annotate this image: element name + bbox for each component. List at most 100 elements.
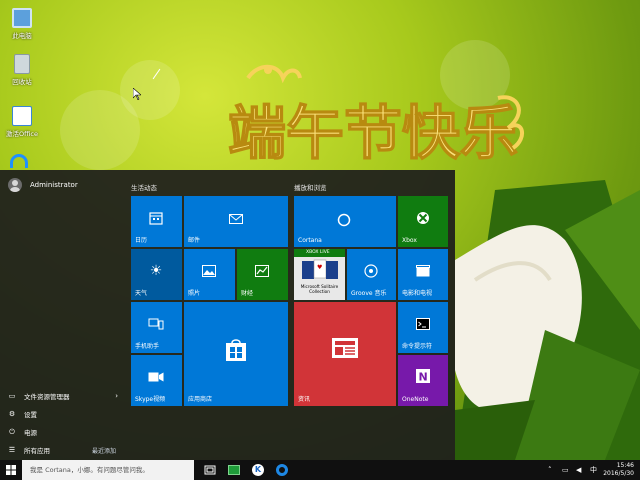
tile-label: 天气 <box>135 290 148 297</box>
start-menu: Administrator ▭ 文件资源管理器 › ⚙ 设置 ⏻ 电源 ☰ 所有… <box>0 170 455 460</box>
tile-label: OneNote <box>402 396 429 403</box>
menu-item-power[interactable]: ⏻ 电源 <box>8 427 118 438</box>
sun-icon: ☀ <box>149 263 163 279</box>
terminal-icon <box>415 316 431 332</box>
cortana-search-input[interactable]: 我是 Cortana，小娜。有问题尽管问我。 <box>22 460 194 480</box>
desktop-icon-recycle-bin[interactable]: 回收站 <box>4 54 40 86</box>
clock-date: 2016/5/30 <box>603 470 634 477</box>
dragon-boat-greeting-art: 端午节快乐 <box>228 64 524 168</box>
clapperboard-icon <box>415 263 431 279</box>
svg-text:♥: ♥ <box>317 264 322 271</box>
desktop-icon-activate-office[interactable]: 激活Office <box>4 106 40 138</box>
tile-label: Groove 音乐 <box>351 290 387 297</box>
greeting-text: 端午节快乐 <box>228 99 518 167</box>
store-bag-icon <box>222 336 250 364</box>
desktop-icon-this-pc[interactable]: 此电脑 <box>4 8 40 40</box>
tile-solitaire[interactable]: XBOX LIVE ♥ Microsoft Solitaire Collecti… <box>294 249 345 300</box>
tile-store[interactable]: 应用商店 <box>184 302 288 406</box>
xbox-live-badge: XBOX LIVE <box>294 249 345 257</box>
all-apps-icon: ☰ <box>8 446 16 454</box>
cortana-desktop-icon[interactable] <box>10 154 28 168</box>
menu-item-all-apps[interactable]: ☰ 所有应用 <box>8 445 88 455</box>
newspaper-icon <box>330 336 360 360</box>
tile-calendar[interactable]: 日历 <box>131 196 182 247</box>
tile-label: Microsoft Solitaire Collection <box>300 284 339 294</box>
tile-phone-companion[interactable]: 手机助手 <box>131 302 182 353</box>
tile-label: 应用商店 <box>188 396 213 403</box>
network-icon[interactable]: ▭ <box>562 466 570 474</box>
recently-added-label: 最近添加 <box>92 448 117 455</box>
desktop-icon-label: 回收站 <box>12 78 32 86</box>
tile-label: 手机助手 <box>135 343 160 350</box>
tile-xbox[interactable]: Xbox <box>398 196 448 247</box>
tile-label: 电影和电视 <box>402 290 433 297</box>
tile-label: 财经 <box>241 290 254 297</box>
calendar-icon <box>148 210 164 226</box>
video-camera-icon <box>148 369 164 385</box>
task-view-button[interactable] <box>198 460 222 480</box>
tile-weather[interactable]: ☀ 天气 <box>131 249 182 300</box>
group-title-play[interactable]: 播放和浏览 <box>294 182 327 192</box>
desktop-icon-label: 激活Office <box>6 130 38 138</box>
start-left-column: Administrator ▭ 文件资源管理器 › ⚙ 设置 ⏻ 电源 ☰ 所有… <box>0 170 124 460</box>
playing-cards-icon: ♥ <box>300 259 340 281</box>
office-activate-icon <box>12 106 32 126</box>
avatar <box>8 178 22 192</box>
finance-chart-icon <box>254 263 270 279</box>
wallpaper-bokeh <box>120 60 180 120</box>
power-icon: ⏻ <box>9 427 15 436</box>
tile-label: Xbox <box>402 237 417 244</box>
tile-label: 资讯 <box>298 396 311 403</box>
windows-logo-icon <box>6 465 16 475</box>
gear-icon: ⚙ <box>8 410 16 418</box>
tile-photos[interactable]: 照片 <box>184 249 235 300</box>
menu-item-label: 所有应用 <box>24 447 50 455</box>
desktop-icon-label: 此电脑 <box>12 32 32 40</box>
volume-icon[interactable]: ◀ <box>576 466 584 474</box>
phone-laptop-icon <box>148 316 164 332</box>
tile-onenote[interactable]: N OneNote <box>398 355 448 406</box>
menu-item-label: 电源 <box>24 429 37 437</box>
menu-item-label: 设置 <box>24 411 37 419</box>
task-view-icon <box>204 465 216 475</box>
tile-groove-music[interactable]: Groove 音乐 <box>347 249 396 300</box>
menu-item-settings[interactable]: ⚙ 设置 <box>8 409 118 419</box>
tile-label: 邮件 <box>188 237 201 244</box>
chevron-right-icon: › <box>115 392 118 400</box>
system-clock[interactable]: 15:46 2016/5/30 <box>603 462 634 478</box>
tile-money[interactable]: 财经 <box>237 249 288 300</box>
group-title-life[interactable]: 生活动态 <box>131 182 157 192</box>
tile-label: Skype视频 <box>135 396 166 403</box>
xbox-icon <box>415 210 431 226</box>
chevron-up-icon[interactable]: ˄ <box>548 466 556 474</box>
tile-label: 命令提示符 <box>402 343 433 350</box>
menu-item-label: 文件资源管理器 <box>24 393 70 401</box>
zongzi-illustration <box>455 180 640 460</box>
blue-k-app-icon: K <box>252 464 264 476</box>
tile-mail[interactable]: 邮件 <box>184 196 288 247</box>
cortana-circle-icon <box>336 212 352 228</box>
recycle-bin-icon <box>14 54 30 74</box>
tile-command-prompt[interactable]: 命令提示符 <box>398 302 448 353</box>
music-disc-icon <box>363 263 379 279</box>
user-name: Administrator <box>30 181 78 189</box>
photos-icon <box>201 263 217 279</box>
svg-text:N: N <box>419 371 428 384</box>
taskbar-app-button[interactable]: K <box>246 460 270 480</box>
tile-news[interactable]: 资讯 <box>294 302 396 406</box>
tile-movies-tv[interactable]: 电影和电视 <box>398 249 448 300</box>
taskbar-app-button[interactable] <box>222 460 246 480</box>
menu-item-file-explorer[interactable]: ▭ 文件资源管理器 › <box>8 391 118 401</box>
tile-skype[interactable]: Skype视频 <box>131 355 182 406</box>
tile-label: 照片 <box>188 290 201 297</box>
user-account-button[interactable]: Administrator <box>8 178 78 192</box>
taskbar-app-button[interactable] <box>270 460 294 480</box>
ime-icon[interactable]: 中 <box>590 466 598 474</box>
taskbar: 我是 Cortana，小娜。有问题尽管问我。 K ˄ ▭ ◀ 中 15:46 2… <box>0 460 640 480</box>
mail-icon <box>228 212 244 226</box>
tile-cortana[interactable]: Cortana <box>294 196 396 247</box>
tile-label: Cortana <box>298 237 322 244</box>
clock-time: 15:46 <box>616 462 634 469</box>
green-app-icon <box>228 465 240 475</box>
start-button[interactable] <box>0 460 22 480</box>
